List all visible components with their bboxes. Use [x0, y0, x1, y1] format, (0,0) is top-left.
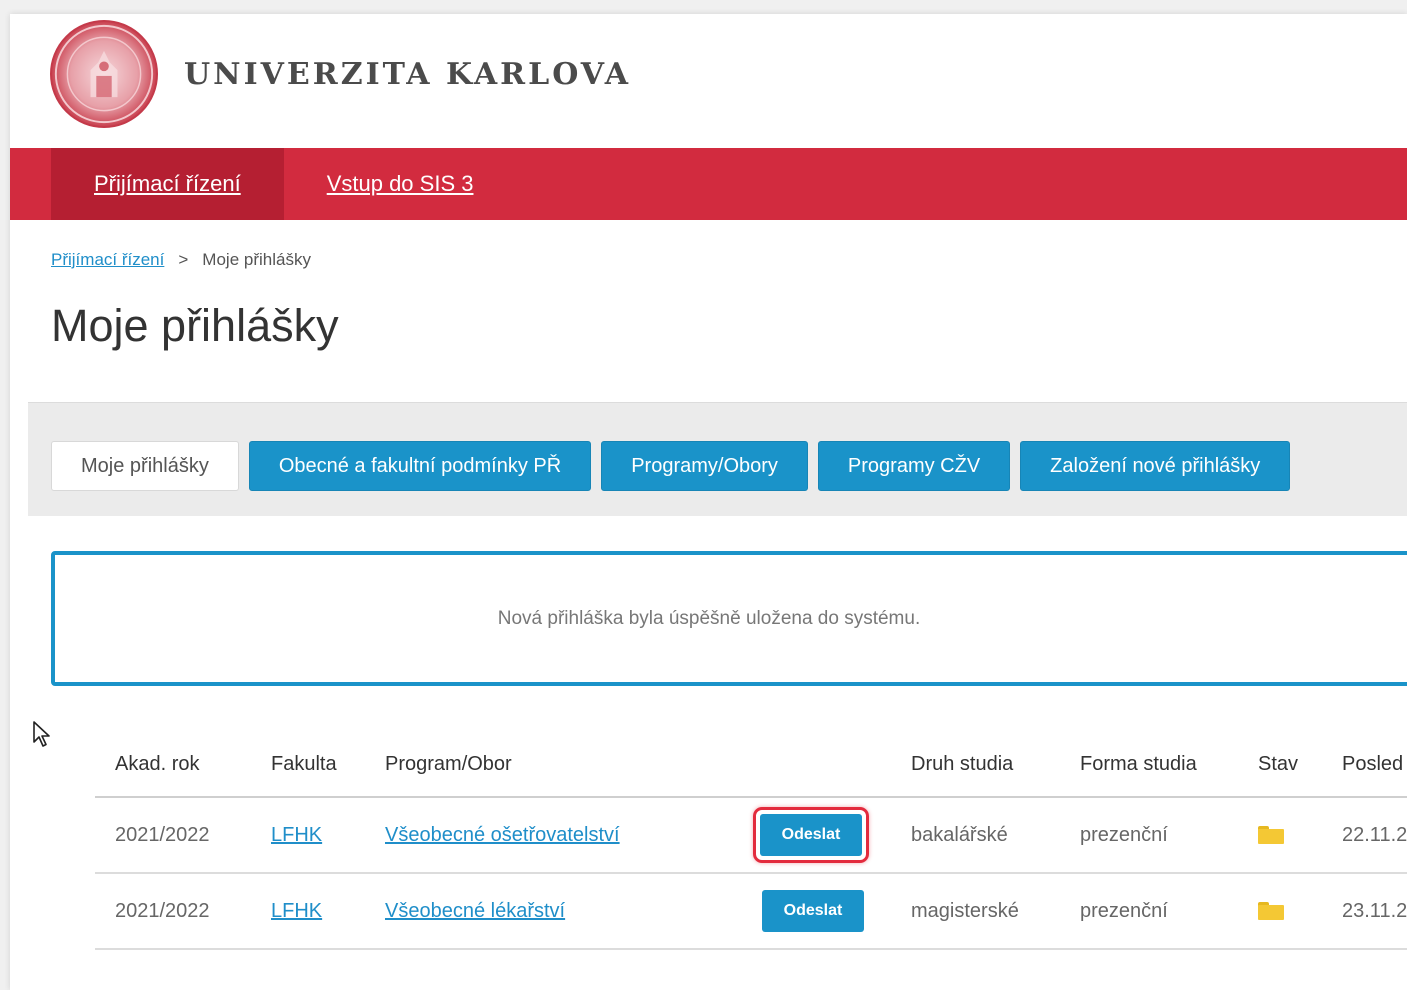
breadcrumb-separator: > [178, 250, 189, 269]
tab-czv-programs[interactable]: Programy CŽV [817, 441, 1011, 491]
col-header-year: Akad. rok [115, 752, 200, 775]
program-link[interactable]: Všeobecné lékařství [385, 900, 565, 923]
tab-conditions[interactable]: Obecné a fakultní podmínky PŘ [248, 441, 592, 491]
folder-icon[interactable] [1258, 826, 1284, 844]
cell-year: 2021/2022 [115, 823, 210, 846]
cell-year: 2021/2022 [115, 899, 210, 922]
page-title: Moje přihlášky [51, 300, 339, 351]
cell-form: prezenční [1080, 899, 1168, 922]
cell-type: magisterské [911, 899, 1019, 922]
university-name: UNIVERZITA KARLOVA [184, 56, 632, 92]
nav-admission[interactable]: Přijímací řízení [51, 148, 284, 220]
tab-programs[interactable]: Programy/Obory [601, 441, 808, 491]
highlight-box: Odeslat [753, 807, 869, 863]
top-navigation: Přijímací řízení Vstup do SIS 3 [10, 148, 1407, 220]
alert-message: Nová přihláška byla úspěšně uložena do s… [497, 607, 921, 629]
breadcrumb: Přijímací řízení > Moje přihlášky [51, 250, 311, 270]
tab-bar: Moje přihlášky Obecné a fakultní podmínk… [28, 402, 1407, 516]
cell-last: 22.11.2 [1342, 823, 1407, 846]
tab-new-application[interactable]: Založení nové přihlášky [1020, 441, 1291, 491]
breadcrumb-current: Moje přihlášky [202, 250, 311, 269]
mouse-pointer-icon [33, 721, 50, 747]
col-header-faculty: Fakulta [271, 752, 337, 775]
cell-form: prezenční [1080, 823, 1168, 846]
tab-my-applications[interactable]: Moje přihlášky [51, 441, 239, 491]
program-link[interactable]: Všeobecné ošetřovatelství [385, 824, 620, 847]
brand[interactable]: UNIVERZITA KARLOVA [50, 18, 631, 130]
success-alert: Nová přihláška byla úspěšně uložena do s… [51, 551, 1407, 686]
col-header-type: Druh studia [911, 752, 1014, 775]
seal-emblem [54, 24, 154, 124]
faculty-link[interactable]: LFHK [271, 824, 322, 847]
page: UNIVERZITA KARLOVA Přijímací řízení Vstu… [10, 14, 1407, 990]
table-row: 2021/2022 LFHK Všeobecné lékařství Odesl… [95, 874, 1407, 950]
send-button[interactable]: Odeslat [762, 890, 864, 932]
col-header-program: Program/Obor [385, 752, 512, 775]
folder-icon[interactable] [1258, 902, 1284, 920]
col-header-form: Forma studia [1080, 752, 1197, 775]
applications-table: Akad. rok Fakulta Program/Obor Druh stud… [95, 732, 1407, 950]
cell-last: 23.11.2 [1342, 899, 1407, 922]
send-button[interactable]: Odeslat [760, 814, 862, 856]
table-row: 2021/2022 LFHK Všeobecné ošetřovatelství… [95, 798, 1407, 874]
university-seal-logo [50, 20, 158, 128]
nav-sis-login[interactable]: Vstup do SIS 3 [284, 148, 517, 220]
col-header-last: Posled [1342, 752, 1404, 775]
faculty-link[interactable]: LFHK [271, 900, 322, 923]
breadcrumb-home-link[interactable]: Přijímací řízení [51, 250, 164, 270]
cell-type: bakalářské [911, 823, 1008, 846]
col-header-status: Stav [1258, 752, 1299, 775]
table-header-row: Akad. rok Fakulta Program/Obor Druh stud… [95, 732, 1407, 798]
